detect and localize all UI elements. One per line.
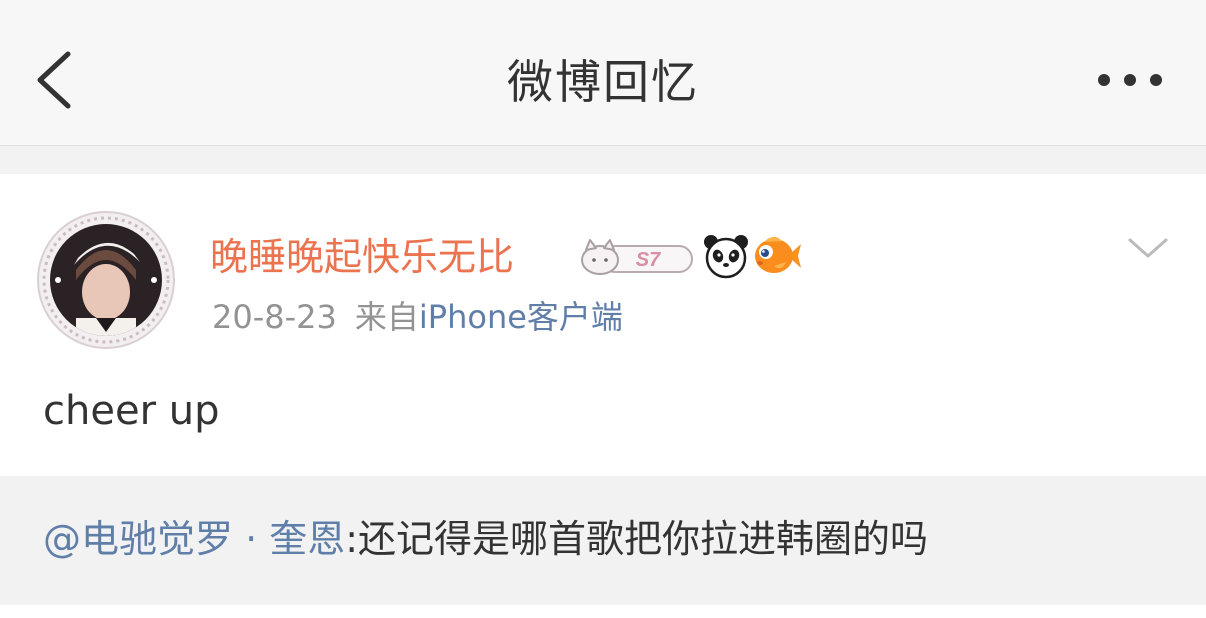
page-title: 微博回忆 — [507, 55, 699, 109]
more-dots-icon[interactable] — [1090, 62, 1170, 98]
bottom-strip — [0, 605, 1206, 618]
goldfish-badge-icon[interactable] — [752, 232, 802, 280]
source-prefix: 来自 — [354, 298, 419, 336]
post-source-link[interactable]: iPhone客户端 — [419, 298, 623, 336]
chevron-down-icon[interactable] — [1126, 234, 1170, 262]
user-avatar[interactable] — [36, 210, 176, 350]
s7-cat-badge-icon[interactable]: S7 — [578, 234, 698, 278]
quote-text-line: @电驰觉罗 · 奎恩:还记得是哪首歌把你拉进韩圈的吗 — [43, 513, 928, 565]
post-content: cheer up — [43, 388, 220, 434]
s7-badge-label: S7 — [636, 249, 661, 271]
post-meta: 20-8-23 来自iPhone客户端 — [212, 296, 623, 338]
panda-badge-icon[interactable] — [702, 232, 750, 280]
weibo-post-card: 晚睡晚起快乐无比 S7 20-8-23 来自iPhone客户端 cheer up — [0, 174, 1206, 476]
repost-quote[interactable]: @电驰觉罗 · 奎恩:还记得是哪首歌把你拉进韩圈的吗 — [0, 477, 1206, 605]
section-divider — [0, 146, 1206, 174]
mention-link[interactable]: @电驰觉罗 · 奎恩 — [43, 517, 345, 561]
quote-text: :还记得是哪首歌把你拉进韩圈的吗 — [345, 517, 929, 561]
post-date: 20-8-23 — [212, 298, 337, 336]
username[interactable]: 晚睡晚起快乐无比 — [210, 232, 514, 282]
top-navigation-bar: 微博回忆 — [0, 0, 1206, 146]
